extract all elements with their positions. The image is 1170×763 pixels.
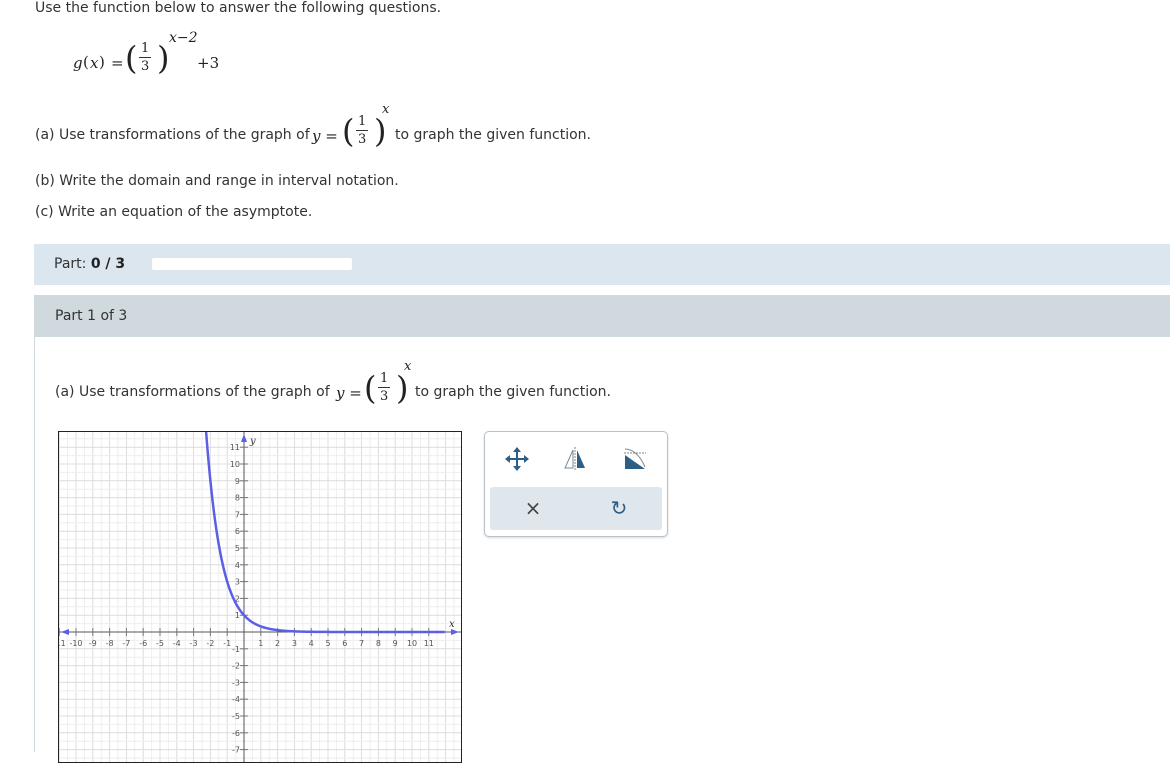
part-a-base-function: y = ( 1 3 ) x: [312, 102, 390, 150]
x-tick-label: -1: [223, 639, 231, 648]
y-tick-label: 5: [235, 544, 240, 553]
x-tick-label: 2: [275, 639, 280, 648]
x-tick-label: 5: [325, 639, 330, 648]
y-tick-label: 7: [235, 510, 240, 519]
exponential-icon: [624, 448, 646, 469]
function-exponent: x−2: [169, 30, 198, 46]
move-icon: [505, 447, 529, 471]
y-tick-label: 4: [235, 561, 240, 570]
tool-actions: × ↻: [490, 487, 662, 530]
function-curve[interactable]: [204, 432, 445, 634]
x-tick-label: 6: [342, 639, 347, 648]
y-tick-label: 3: [235, 578, 240, 587]
x-tick-label: 8: [376, 639, 381, 648]
part1-prefix: (a) Use transformations of the graph of: [55, 384, 330, 400]
part-header: Part 1 of 3: [34, 295, 1170, 337]
y-tick-label: -4: [232, 695, 240, 704]
delete-button[interactable]: ×: [513, 491, 553, 525]
function-equals: =: [111, 54, 124, 72]
y-tick-label: -6: [232, 729, 240, 738]
x-tick-label: 7: [359, 639, 364, 648]
y-tick-label: -2: [232, 662, 240, 671]
x-tick-label: -4: [173, 639, 181, 648]
close-icon: ×: [524, 496, 542, 520]
x-tick-label: 3: [292, 639, 297, 648]
y-axis-arrow-up: [241, 434, 247, 442]
reflect-tool-button[interactable]: [555, 442, 595, 476]
function-var: x: [90, 54, 99, 72]
x-tick-label: 9: [393, 639, 398, 648]
x-tick-label: 1: [258, 639, 263, 648]
graph-area[interactable]: -11-10-9-8-7-6-5-4-3-2-11234567891011 11…: [58, 431, 462, 763]
part-header-label: Part 1 of 3: [55, 308, 128, 324]
x-tick-label: 11: [424, 639, 434, 648]
graph-canvas[interactable]: -11-10-9-8-7-6-5-4-3-2-11234567891011 11…: [59, 432, 461, 762]
graph-tool-panel: × ↻: [484, 431, 668, 537]
axes: [59, 432, 461, 762]
part1-base-function: y = ( 1 3 ) x: [336, 359, 412, 407]
function-constant: +3: [197, 54, 220, 72]
y-tick-label: 11: [230, 443, 240, 452]
y-tick-label: 8: [235, 494, 240, 503]
y-tick-label: 6: [235, 527, 240, 536]
x-tick-label: 10: [407, 639, 417, 648]
question-intro: Use the function below to answer the fol…: [35, 0, 442, 16]
reset-button[interactable]: ↻: [599, 491, 639, 525]
function-fraction: 1 3: [139, 41, 152, 74]
x-tick-label: -9: [89, 639, 97, 648]
y-tick-label: -1: [232, 645, 240, 654]
y-tick-label: 9: [235, 477, 240, 486]
progress-bar: Part: 0 / 3: [34, 244, 1170, 285]
part-a-suffix: to graph the given function.: [395, 127, 591, 143]
x-tick-label: -3: [190, 639, 198, 648]
progress-label: Part: 0 / 3: [54, 256, 126, 272]
x-tick-label: -6: [139, 639, 147, 648]
x-tick-label: 4: [309, 639, 314, 648]
y-tick-label: -7: [232, 746, 240, 755]
x-axis-arrow-left: [61, 629, 69, 635]
x-tick-label: -8: [106, 639, 114, 648]
y-tick-label: -5: [232, 712, 240, 721]
y-tick-label: 10: [230, 460, 240, 469]
y-tick-label: 1: [235, 611, 240, 620]
x-tick-label: -5: [156, 639, 164, 648]
x-tick-label: -10: [69, 639, 82, 648]
function-name: g: [73, 54, 83, 72]
y-tick-label: -3: [232, 678, 240, 687]
progress-track: [152, 258, 352, 270]
grid-lines: [59, 432, 461, 762]
part1-suffix: to graph the given function.: [415, 384, 611, 400]
x-tick-label: -7: [122, 639, 130, 648]
part-c-text: (c) Write an equation of the asymptote.: [35, 204, 313, 220]
reset-icon: ↻: [610, 496, 628, 520]
y-axis-label: y: [249, 436, 256, 447]
part-b-text: (b) Write the domain and range in interv…: [35, 173, 399, 189]
reflect-icon: [564, 447, 585, 471]
x-axis-label: x: [449, 619, 455, 630]
exponential-tool-button[interactable]: [615, 442, 655, 476]
x-tick-label: -2: [206, 639, 214, 648]
part-a-prefix: (a) Use transformations of the graph of: [35, 127, 310, 143]
move-tool-button[interactable]: [497, 442, 537, 476]
x-tick-label: -11: [59, 639, 66, 648]
